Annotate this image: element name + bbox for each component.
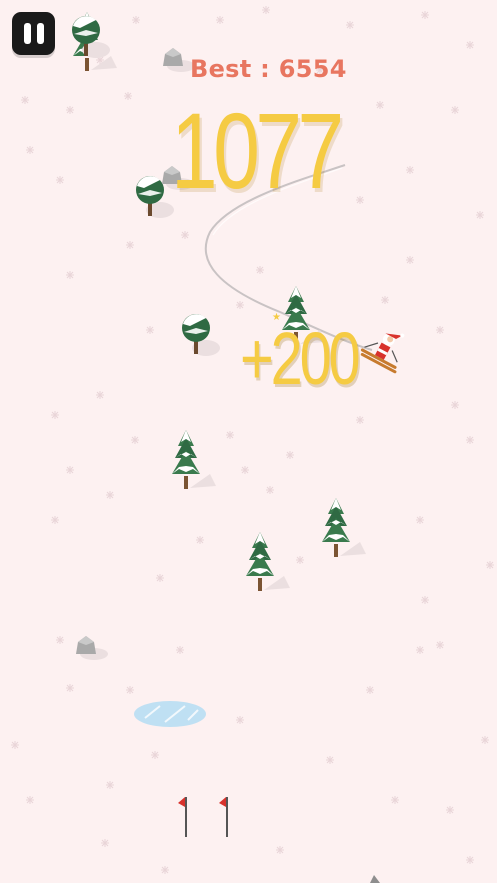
pause-icon	[23, 23, 31, 44]
rock-partial-bottom	[370, 875, 380, 883]
pause-icon-bar	[36, 23, 44, 44]
pause-button[interactable]	[12, 12, 55, 55]
gate-flag-right	[219, 797, 228, 837]
pine-tree-middle-right	[322, 498, 366, 557]
best-score-value: 6554	[278, 55, 347, 83]
pine-tree-middle-left	[172, 430, 216, 489]
bonus-popup: +200	[240, 317, 361, 400]
best-score-label: Best :	[190, 55, 271, 83]
bush-middle	[182, 314, 220, 356]
ice-patch	[134, 701, 206, 727]
pine-tree-lower	[246, 532, 290, 591]
gate-flag-left	[178, 797, 187, 837]
skier-santa	[360, 333, 405, 374]
rock-lower-left	[76, 636, 108, 660]
best-score: Best : 6554	[190, 55, 347, 83]
current-score: 1077	[170, 90, 344, 211]
